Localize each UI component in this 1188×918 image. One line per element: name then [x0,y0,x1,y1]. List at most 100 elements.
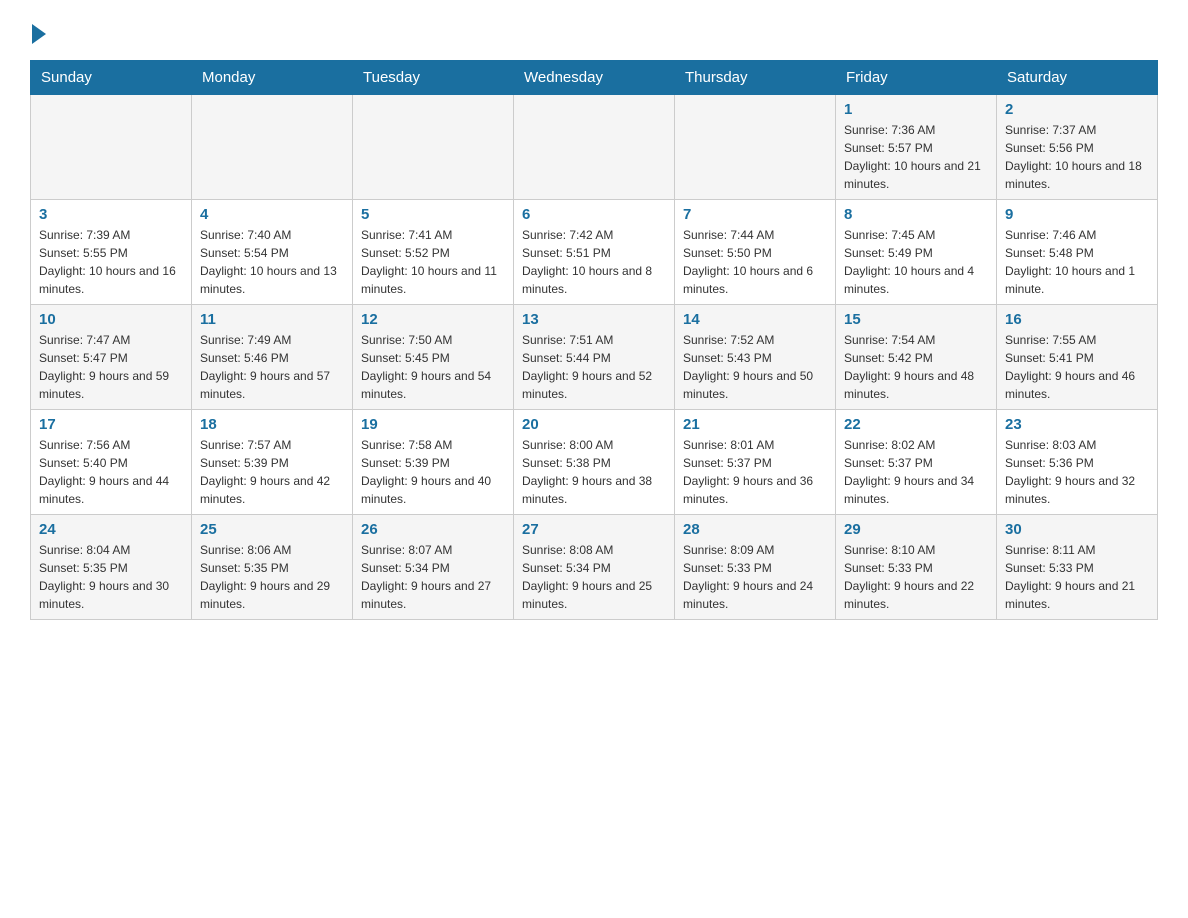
day-info: Sunrise: 8:01 AM Sunset: 5:37 PM Dayligh… [683,436,827,508]
calendar-cell: 19 Sunrise: 7:58 AM Sunset: 5:39 PM Dayli… [353,410,514,515]
calendar-cell: 13Sunrise: 7:51 AM Sunset: 5:44 PM Dayli… [514,305,675,410]
day-number: 24 [39,521,183,538]
calendar-cell: 25Sunrise: 8:06 AM Sunset: 5:35 PM Dayli… [192,515,353,620]
calendar-cell: 22 Sunrise: 8:02 AM Sunset: 5:37 PM Dayli… [836,410,997,515]
calendar-cell: 5 Sunrise: 7:41 AM Sunset: 5:52 PM Daylig… [353,200,514,305]
day-number: 18 [200,416,344,433]
calendar-cell: 9 Sunrise: 7:46 AM Sunset: 5:48 PM Daylig… [997,200,1158,305]
weekday-header-thursday: Thursday [675,61,836,95]
page-header [30,20,1158,40]
day-info: Sunrise: 7:52 AM Sunset: 5:43 PM Dayligh… [683,331,827,403]
calendar-cell [675,95,836,200]
calendar-cell: 6Sunrise: 7:42 AM Sunset: 5:51 PM Daylig… [514,200,675,305]
day-info: Sunrise: 8:02 AM Sunset: 5:37 PM Dayligh… [844,436,988,508]
calendar-cell: 11 Sunrise: 7:49 AM Sunset: 5:46 PM Dayli… [192,305,353,410]
day-info: Sunrise: 8:03 AM Sunset: 5:36 PM Dayligh… [1005,436,1149,508]
day-number: 26 [361,521,505,538]
logo-arrow-icon [32,24,46,44]
calendar-table: SundayMondayTuesdayWednesdayThursdayFrid… [30,60,1158,620]
day-info: Sunrise: 7:50 AM Sunset: 5:45 PM Dayligh… [361,331,505,403]
calendar-cell: 3Sunrise: 7:39 AM Sunset: 5:55 PM Daylig… [31,200,192,305]
calendar-cell [353,95,514,200]
day-number: 19 [361,416,505,433]
day-number: 9 [1005,206,1149,223]
calendar-week-row: 17 Sunrise: 7:56 AM Sunset: 5:40 PM Dayli… [31,410,1158,515]
day-number: 20 [522,416,666,433]
day-info: Sunrise: 7:44 AM Sunset: 5:50 PM Dayligh… [683,226,827,298]
day-info: Sunrise: 7:39 AM Sunset: 5:55 PM Dayligh… [39,226,183,298]
calendar-week-row: 1 Sunrise: 7:36 AM Sunset: 5:57 PM Daylig… [31,95,1158,200]
day-number: 2 [1005,101,1149,118]
day-info: Sunrise: 7:58 AM Sunset: 5:39 PM Dayligh… [361,436,505,508]
day-number: 22 [844,416,988,433]
day-info: Sunrise: 7:51 AM Sunset: 5:44 PM Dayligh… [522,331,666,403]
day-info: Sunrise: 7:45 AM Sunset: 5:49 PM Dayligh… [844,226,988,298]
day-info: Sunrise: 8:00 AM Sunset: 5:38 PM Dayligh… [522,436,666,508]
day-info: Sunrise: 7:57 AM Sunset: 5:39 PM Dayligh… [200,436,344,508]
day-info: Sunrise: 7:41 AM Sunset: 5:52 PM Dayligh… [361,226,505,298]
day-info: Sunrise: 7:36 AM Sunset: 5:57 PM Dayligh… [844,121,988,193]
calendar-cell: 28 Sunrise: 8:09 AM Sunset: 5:33 PM Dayli… [675,515,836,620]
day-info: Sunrise: 7:55 AM Sunset: 5:41 PM Dayligh… [1005,331,1149,403]
day-info: Sunrise: 8:11 AM Sunset: 5:33 PM Dayligh… [1005,541,1149,613]
calendar-cell: 21 Sunrise: 8:01 AM Sunset: 5:37 PM Dayli… [675,410,836,515]
calendar-cell: 27Sunrise: 8:08 AM Sunset: 5:34 PM Dayli… [514,515,675,620]
day-number: 1 [844,101,988,118]
day-info: Sunrise: 7:47 AM Sunset: 5:47 PM Dayligh… [39,331,183,403]
day-number: 16 [1005,311,1149,328]
day-info: Sunrise: 7:42 AM Sunset: 5:51 PM Dayligh… [522,226,666,298]
calendar-cell: 29 Sunrise: 8:10 AM Sunset: 5:33 PM Dayli… [836,515,997,620]
weekday-header-saturday: Saturday [997,61,1158,95]
calendar-cell: 10 Sunrise: 7:47 AM Sunset: 5:47 PM Dayli… [31,305,192,410]
calendar-cell: 14 Sunrise: 7:52 AM Sunset: 5:43 PM Dayli… [675,305,836,410]
calendar-cell: 1 Sunrise: 7:36 AM Sunset: 5:57 PM Daylig… [836,95,997,200]
calendar-week-row: 3Sunrise: 7:39 AM Sunset: 5:55 PM Daylig… [31,200,1158,305]
calendar-cell: 26 Sunrise: 8:07 AM Sunset: 5:34 PM Dayli… [353,515,514,620]
day-number: 12 [361,311,505,328]
day-info: Sunrise: 7:46 AM Sunset: 5:48 PM Dayligh… [1005,226,1149,298]
day-number: 5 [361,206,505,223]
day-number: 14 [683,311,827,328]
day-info: Sunrise: 7:56 AM Sunset: 5:40 PM Dayligh… [39,436,183,508]
day-number: 21 [683,416,827,433]
day-number: 29 [844,521,988,538]
calendar-cell: 30 Sunrise: 8:11 AM Sunset: 5:33 PM Dayli… [997,515,1158,620]
day-info: Sunrise: 8:07 AM Sunset: 5:34 PM Dayligh… [361,541,505,613]
weekday-header-tuesday: Tuesday [353,61,514,95]
day-number: 4 [200,206,344,223]
day-number: 15 [844,311,988,328]
day-info: Sunrise: 7:40 AM Sunset: 5:54 PM Dayligh… [200,226,344,298]
weekday-header-monday: Monday [192,61,353,95]
calendar-cell: 24Sunrise: 8:04 AM Sunset: 5:35 PM Dayli… [31,515,192,620]
day-number: 30 [1005,521,1149,538]
weekday-header-wednesday: Wednesday [514,61,675,95]
day-info: Sunrise: 8:09 AM Sunset: 5:33 PM Dayligh… [683,541,827,613]
day-info: Sunrise: 7:54 AM Sunset: 5:42 PM Dayligh… [844,331,988,403]
day-info: Sunrise: 8:08 AM Sunset: 5:34 PM Dayligh… [522,541,666,613]
day-info: Sunrise: 8:06 AM Sunset: 5:35 PM Dayligh… [200,541,344,613]
calendar-cell: 23 Sunrise: 8:03 AM Sunset: 5:36 PM Dayli… [997,410,1158,515]
calendar-cell [192,95,353,200]
day-number: 17 [39,416,183,433]
day-number: 10 [39,311,183,328]
calendar-cell: 12 Sunrise: 7:50 AM Sunset: 5:45 PM Dayli… [353,305,514,410]
calendar-cell: 8 Sunrise: 7:45 AM Sunset: 5:49 PM Daylig… [836,200,997,305]
logo [30,20,46,40]
calendar-header-row: SundayMondayTuesdayWednesdayThursdayFrid… [31,61,1158,95]
day-number: 23 [1005,416,1149,433]
weekday-header-sunday: Sunday [31,61,192,95]
calendar-cell: 4 Sunrise: 7:40 AM Sunset: 5:54 PM Daylig… [192,200,353,305]
calendar-cell: 16 Sunrise: 7:55 AM Sunset: 5:41 PM Dayli… [997,305,1158,410]
calendar-cell: 20 Sunrise: 8:00 AM Sunset: 5:38 PM Dayli… [514,410,675,515]
calendar-cell: 7Sunrise: 7:44 AM Sunset: 5:50 PM Daylig… [675,200,836,305]
day-number: 11 [200,311,344,328]
calendar-week-row: 10 Sunrise: 7:47 AM Sunset: 5:47 PM Dayli… [31,305,1158,410]
day-number: 28 [683,521,827,538]
day-info: Sunrise: 7:49 AM Sunset: 5:46 PM Dayligh… [200,331,344,403]
day-number: 8 [844,206,988,223]
calendar-cell: 15 Sunrise: 7:54 AM Sunset: 5:42 PM Dayli… [836,305,997,410]
calendar-cell: 18 Sunrise: 7:57 AM Sunset: 5:39 PM Dayli… [192,410,353,515]
calendar-cell: 2Sunrise: 7:37 AM Sunset: 5:56 PM Daylig… [997,95,1158,200]
day-info: Sunrise: 8:10 AM Sunset: 5:33 PM Dayligh… [844,541,988,613]
calendar-cell [31,95,192,200]
